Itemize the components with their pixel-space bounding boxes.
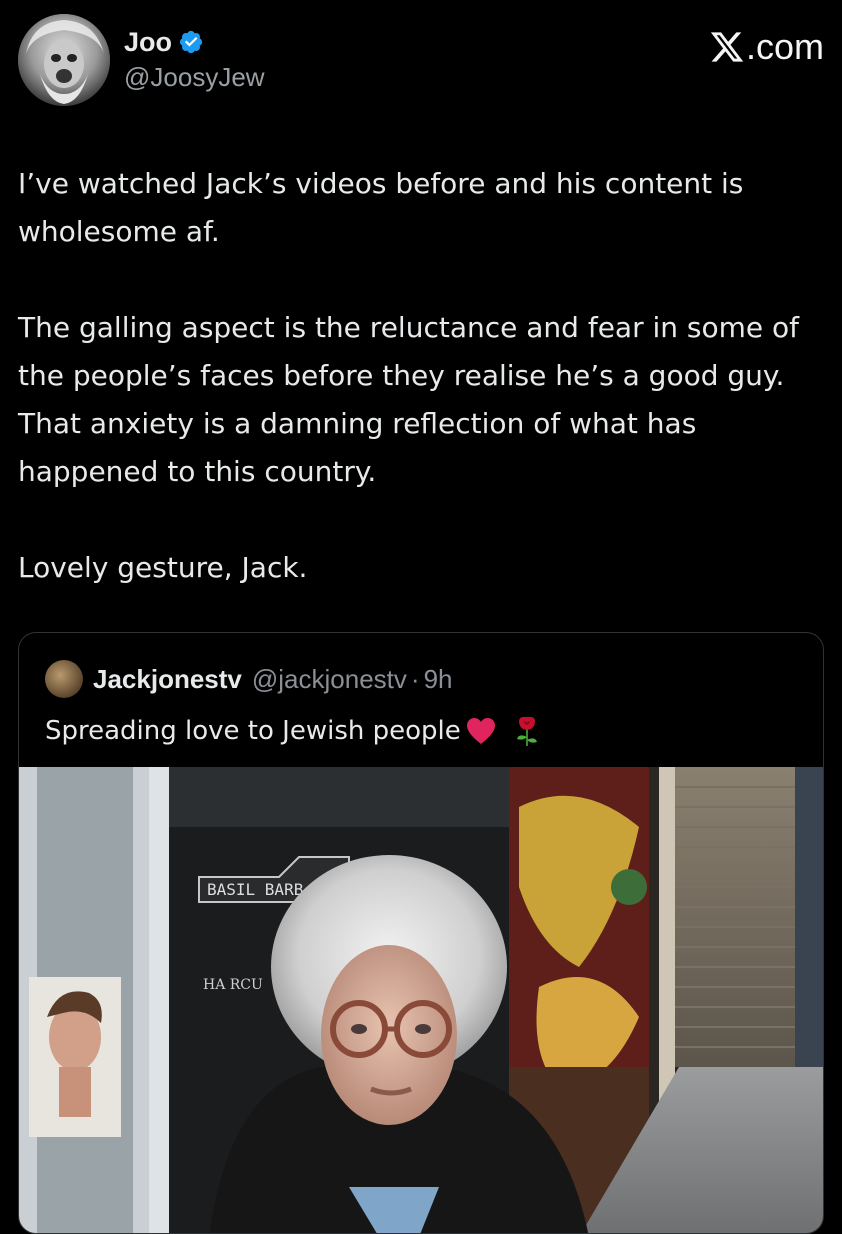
quoted-tweet-text: Spreading love to Jewish people: [45, 716, 461, 746]
verified-badge-icon: [179, 30, 203, 54]
quoted-author-handle[interactable]: @jackjonestv: [252, 664, 407, 695]
quoted-tweet-timestamp[interactable]: 9h: [424, 664, 453, 695]
tweet-header: Joo @JoosyJew .com: [18, 14, 824, 110]
window-text: HA RCU: [203, 977, 263, 993]
author-names: Joo @JoosyJew: [124, 26, 265, 93]
tweet-paragraph: I’ve watched Jack’s videos before and hi…: [18, 167, 744, 248]
author-avatar[interactable]: [18, 14, 110, 106]
quoted-tweet-video-thumbnail[interactable]: BASIL BARB HA RCU: [19, 767, 823, 1233]
avatar-photo-icon: [18, 14, 110, 106]
author-handle[interactable]: @JoosyJew: [124, 62, 265, 93]
quoted-meta-separator: ·: [410, 663, 420, 694]
author-display-name[interactable]: Joo: [124, 27, 172, 58]
tweet-paragraph: Lovely gesture, Jack.: [18, 551, 308, 584]
brand-label: .com: [745, 26, 824, 67]
brand-mark: .com: [709, 26, 824, 68]
quoted-tweet-header: Jackjonestv @jackjonestv · 9h: [45, 659, 452, 699]
video-scene: BASIL BARB HA RCU: [19, 767, 823, 1233]
storefront-sign-text: BASIL BARB: [207, 880, 303, 899]
x-logo-icon: [710, 32, 744, 62]
quoted-author-display-name[interactable]: Jackjonestv: [93, 664, 242, 695]
tweet-paragraph: The galling aspect is the reluctance and…: [18, 311, 800, 488]
tweet-text: I’ve watched Jack’s videos before and hi…: [18, 160, 824, 640]
display-name-row: Joo: [124, 26, 265, 58]
quoted-tweet-text-row: Spreading love to Jewish people: [45, 711, 543, 751]
red-heart-icon: [466, 718, 495, 744]
quoted-author-avatar[interactable]: [45, 660, 83, 698]
quoted-tweet-card[interactable]: Jackjonestv @jackjonestv · 9h Spreading …: [18, 632, 824, 1234]
rose-icon: [516, 716, 537, 746]
